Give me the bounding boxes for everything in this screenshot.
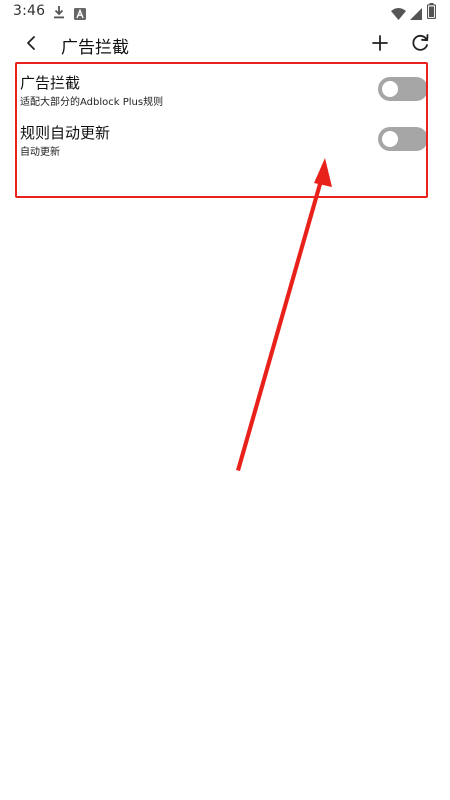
setting-rule-auto-update[interactable]: 规则自动更新 自动更新	[0, 116, 450, 162]
setting-subtitle: 适配大部分的Adblock Plus规则	[20, 97, 164, 108]
signal-icon	[410, 5, 422, 24]
download-icon	[53, 4, 65, 23]
plus-icon	[372, 35, 388, 51]
toggle-knob	[382, 131, 398, 147]
setting-subtitle: 自动更新	[20, 147, 60, 158]
back-button[interactable]	[16, 28, 46, 58]
add-button[interactable]	[366, 29, 394, 57]
refresh-button[interactable]	[406, 29, 434, 57]
app-bar: 广告拦截	[0, 26, 450, 64]
rule-auto-update-toggle[interactable]	[378, 127, 428, 151]
page-title: 广告拦截	[61, 38, 129, 58]
setting-title: 广告拦截	[20, 74, 81, 92]
setting-title: 规则自动更新	[20, 124, 111, 142]
wifi-icon	[391, 5, 406, 24]
toggle-knob	[382, 81, 398, 97]
battery-icon	[426, 3, 437, 23]
refresh-icon	[412, 34, 429, 51]
back-arrow-icon	[27, 36, 35, 50]
status-bar: 3:46	[0, 0, 450, 24]
status-time: 3:46	[13, 3, 46, 19]
app-a-icon	[74, 5, 86, 24]
ad-block-toggle[interactable]	[378, 77, 428, 101]
setting-ad-block[interactable]: 广告拦截 适配大部分的Adblock Plus规则	[0, 66, 450, 112]
